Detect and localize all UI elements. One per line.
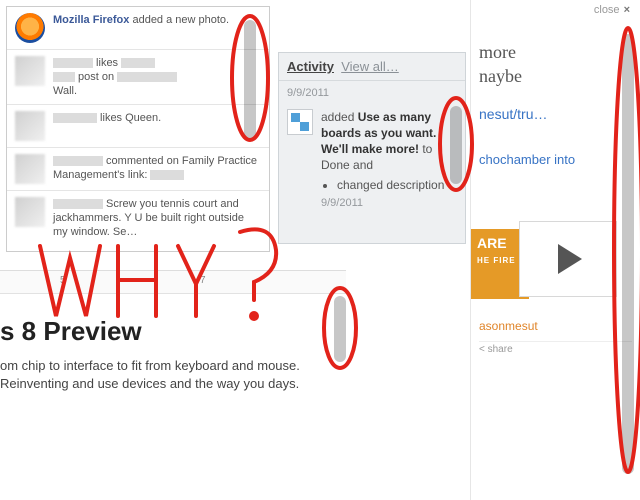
- promo-block: ARE HE FIRE: [479, 195, 632, 315]
- scrollbar[interactable]: [334, 296, 346, 362]
- feed-item[interactable]: Mozilla Firefox added a new photo.: [7, 7, 269, 50]
- activity-date: 9/9/2011: [321, 195, 457, 211]
- firefox-icon: [15, 13, 45, 43]
- share-bar[interactable]: < share: [479, 341, 632, 360]
- scrollbar[interactable]: [244, 20, 256, 140]
- sidebar-link[interactable]: chochamber into: [479, 152, 632, 167]
- trello-icon: [287, 109, 313, 135]
- avatar: [15, 154, 45, 184]
- view-all-link[interactable]: View all…: [341, 59, 399, 74]
- serif-text: naybe: [479, 64, 632, 88]
- feed-item[interactable]: Screw you tennis court and jackhammers. …: [7, 191, 269, 245]
- avatar: [15, 197, 45, 227]
- facebook-feed: Mozilla Firefox added a new photo. likes…: [6, 6, 270, 252]
- activity-date: 9/9/2011: [287, 85, 457, 101]
- ruler: 5 7: [0, 271, 346, 294]
- trello-activity: Activity View all… 9/9/2011 added Use as…: [278, 52, 466, 244]
- activity-bullet: changed description: [337, 177, 457, 193]
- serif-text: more: [479, 40, 632, 64]
- scrollbar[interactable]: [450, 106, 462, 184]
- feed-text: added a new photo.: [129, 14, 229, 26]
- document-body: om chip to interface to fit from keyboar…: [0, 357, 330, 393]
- feed-text: likes Queen.: [97, 112, 161, 124]
- feed-user: Mozilla Firefox: [53, 14, 129, 26]
- sidebar-link[interactable]: nesut/tru…: [479, 106, 632, 122]
- feed-item[interactable]: likes post on Wall.: [7, 50, 269, 105]
- feed-item[interactable]: likes Queen.: [7, 105, 269, 148]
- document-editor: 5 7 s 8 Preview om chip to interface to …: [0, 270, 346, 500]
- feed-item[interactable]: commented on Family Practice Management'…: [7, 148, 269, 191]
- author-link[interactable]: asonmesut: [479, 319, 632, 333]
- close-icon[interactable]: ×: [624, 4, 630, 16]
- activity-heading: Activity: [287, 59, 334, 74]
- avatar: [15, 56, 45, 86]
- right-sidebar: close× more naybe nesut/tru… chochamber …: [470, 0, 640, 500]
- close-button[interactable]: close×: [594, 4, 630, 16]
- play-button[interactable]: [519, 221, 617, 297]
- document-heading: s 8 Preview: [0, 316, 346, 347]
- avatar: [15, 111, 45, 141]
- scrollbar[interactable]: [622, 34, 634, 474]
